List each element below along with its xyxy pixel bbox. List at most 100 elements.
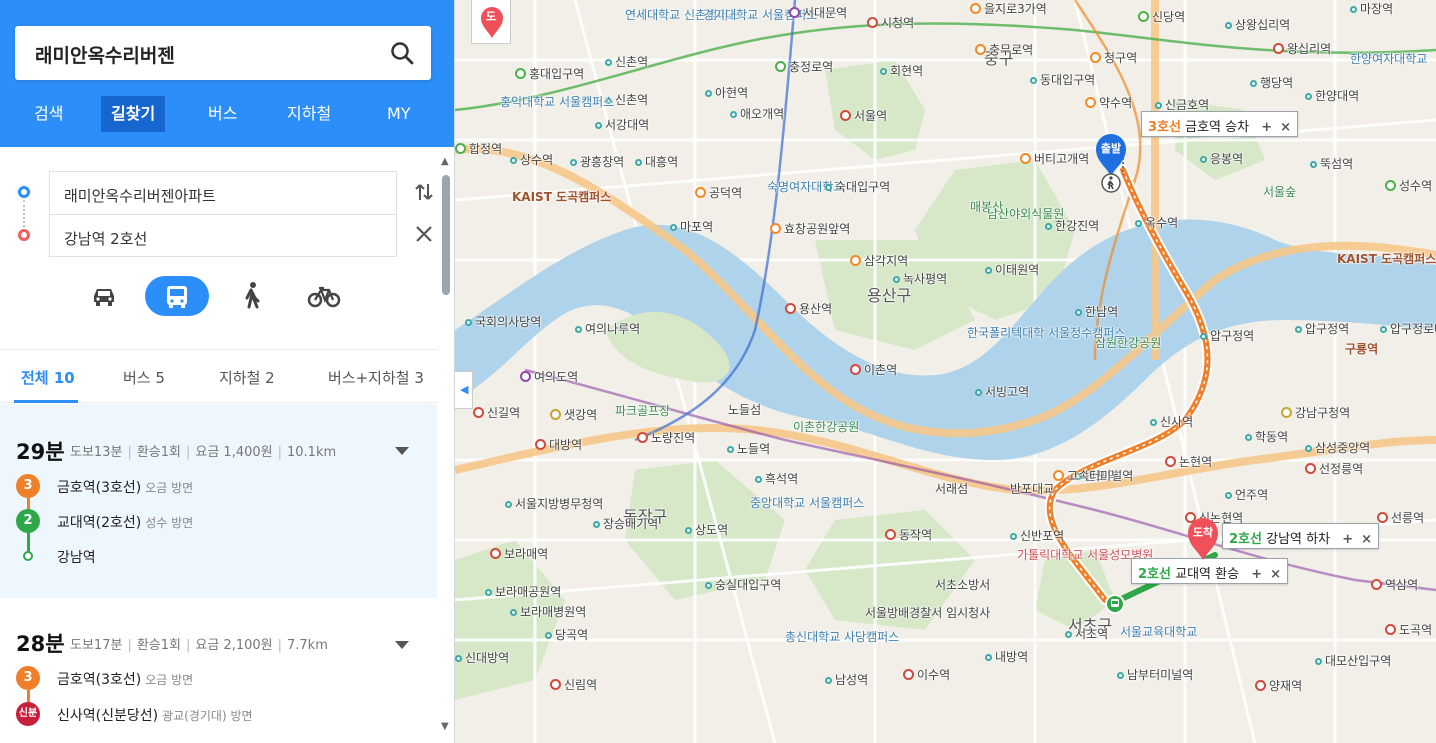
- station-label: 여의도역: [520, 368, 578, 385]
- chevron-down-icon[interactable]: [395, 447, 409, 457]
- station-label: 도곡역: [1385, 621, 1432, 638]
- station-label: 언주역: [1225, 486, 1268, 503]
- road-label: KAIST 도곡캠퍼스: [1337, 252, 1436, 266]
- station-label: 대방역: [535, 436, 582, 453]
- road-label: KAIST 도곡캠퍼스: [512, 190, 612, 204]
- result-tab-subway[interactable]: 지하철 2: [219, 367, 275, 388]
- area-label: 서초소방서: [935, 578, 991, 592]
- transfer-callout[interactable]: 2호선 교대역 환승 + ×: [1131, 558, 1288, 584]
- zoom-in-icon[interactable]: +: [1251, 567, 1262, 582]
- tab-directions[interactable]: 길찾기: [101, 96, 166, 132]
- swap-icon[interactable]: [412, 180, 436, 204]
- scroll-up-icon[interactable]: ▲: [441, 156, 449, 167]
- station-label: 압구정역: [1200, 327, 1254, 344]
- route-meta: 도보13분 | 환승1회 | 요금 1,400원 | 10.1km: [70, 445, 337, 460]
- station-label: 학동역: [1245, 428, 1288, 445]
- station-label: 한양대역: [1305, 87, 1359, 104]
- stop-name: 금호역(3호선) 오금 방면: [57, 480, 194, 496]
- building-label: 서울방배경찰서 임시청사: [865, 606, 991, 620]
- station-label: 양재역: [1255, 677, 1302, 694]
- area-label: 노들섬: [728, 403, 762, 417]
- station-label: 마포역: [670, 218, 713, 235]
- zoom-in-icon[interactable]: +: [1342, 532, 1353, 547]
- station-label: 마장역: [1350, 0, 1393, 17]
- arrive-callout[interactable]: 2호선 강남역 하차 + ×: [1222, 523, 1379, 549]
- bus-icon[interactable]: [145, 276, 209, 316]
- chevron-left-icon: ◀: [460, 383, 469, 396]
- station-label: 여의나루역: [575, 320, 640, 337]
- station-label: 상도역: [685, 521, 728, 538]
- station-label: 뚝섬역: [1310, 155, 1353, 172]
- stop-name: 금호역(3호선) 오금 방면: [57, 672, 194, 688]
- station-label: 효창공원앞역: [770, 220, 850, 237]
- station-label: 흑석역: [755, 470, 798, 487]
- destination-dot-icon: [23, 551, 33, 561]
- end-field[interactable]: 강남역 2호선: [49, 214, 397, 257]
- tab-search[interactable]: 검색: [34, 95, 63, 133]
- close-icon[interactable]: ×: [1361, 532, 1372, 547]
- station-label: 이촌역: [850, 361, 897, 378]
- scroll-down-icon[interactable]: ▼: [441, 721, 449, 732]
- close-icon[interactable]: ×: [1270, 567, 1281, 582]
- station-label: 시청역: [867, 14, 914, 31]
- search-icon[interactable]: [389, 40, 415, 66]
- station-label: 합정역: [455, 140, 502, 157]
- map-layer-button[interactable]: 도: [471, 0, 511, 44]
- scrollbar[interactable]: ▲ ▼: [439, 153, 453, 743]
- station-label: 강남구청역: [1281, 404, 1350, 421]
- car-icon[interactable]: [84, 276, 124, 316]
- chevron-down-icon[interactable]: [395, 641, 409, 651]
- result-tab-all[interactable]: 전체 10: [21, 367, 75, 388]
- stop-name: 교대역(2호선) 성수 방면: [57, 515, 194, 531]
- start-pin-icon[interactable]: 출발: [1094, 133, 1128, 177]
- end-pin-icon[interactable]: 도착: [1186, 517, 1220, 561]
- result-tab-bus-subway[interactable]: 버스+지하철 3: [328, 367, 424, 388]
- end-dot-icon: [18, 229, 30, 241]
- station-label: 공덕역: [695, 184, 742, 201]
- zoom-in-icon[interactable]: +: [1261, 120, 1272, 135]
- tab-subway[interactable]: 지하철: [287, 95, 331, 133]
- station-label: 용산역: [785, 300, 832, 317]
- station-label: 내방역: [985, 648, 1028, 665]
- station-label: 회현역: [880, 62, 923, 79]
- station-label: 보라매공원역: [485, 583, 561, 600]
- result-tab-bus[interactable]: 버스 5: [123, 367, 165, 388]
- station-label: 역삼역: [1371, 576, 1418, 593]
- scroll-thumb[interactable]: [442, 175, 450, 295]
- station-label: 상왕십리역: [1225, 16, 1290, 33]
- station-label: 신대방역: [455, 649, 509, 666]
- stop-name: 신사역(신분당선) 광교(경기대) 방면: [57, 708, 253, 724]
- line3-badge: 3: [16, 474, 40, 498]
- station-label: 서울역: [840, 107, 887, 124]
- close-icon[interactable]: ×: [1280, 120, 1291, 135]
- route-result[interactable]: 28분 도보17분 | 환승1회 | 요금 2,100원 | 7.7km 3 금호역(3호선…: [0, 598, 437, 743]
- station-label: 애오개역: [730, 105, 784, 122]
- route-meta: 도보17분 | 환승1회 | 요금 2,100원 | 7.7km: [70, 638, 328, 653]
- search-box[interactable]: 래미안옥수리버젠: [15, 26, 431, 80]
- transfer-marker-icon: [1105, 594, 1125, 614]
- station-label: 신당역: [1138, 8, 1185, 25]
- station-label: 대흥역: [635, 153, 678, 170]
- tab-my[interactable]: MY: [387, 95, 411, 133]
- station-label: 샛강역: [550, 406, 597, 423]
- start-field[interactable]: 래미안옥수리버젠아파트: [49, 171, 397, 214]
- tab-bus[interactable]: 버스: [208, 95, 237, 133]
- map-view[interactable]: 용산구 서초구 동작구 중구 KAIST 도곡캠퍼스 KAIST 도곡캠퍼스 구…: [455, 0, 1436, 743]
- station-label: 성수역: [1385, 177, 1432, 194]
- route-result[interactable]: 29분 도보13분 | 환승1회 | 요금 1,400원 | 10.1km 3 금호역(3호…: [0, 404, 437, 598]
- park-label: 파크골프장: [615, 404, 671, 418]
- station-label: 압구정로데오역: [1380, 320, 1436, 337]
- walk-icon[interactable]: [232, 276, 272, 316]
- panel-collapse-button[interactable]: ◀: [455, 371, 473, 409]
- station-label: 보라매병원역: [510, 603, 586, 620]
- station-label: 서빙고역: [975, 383, 1029, 400]
- search-query[interactable]: 래미안옥수리버젠: [35, 41, 175, 68]
- station-label: 대모산입구역: [1315, 652, 1391, 669]
- station-label: 아현역: [705, 84, 748, 101]
- close-icon[interactable]: [414, 224, 434, 244]
- bicycle-icon[interactable]: [304, 276, 344, 316]
- station-label: 선릉역: [1377, 509, 1424, 526]
- station-label: 상수역: [510, 151, 553, 168]
- route-inputs: 래미안옥수리버젠아파트 강남역 2호선: [0, 147, 437, 347]
- board-callout[interactable]: 3호선 금호역 승차 + ×: [1141, 111, 1298, 137]
